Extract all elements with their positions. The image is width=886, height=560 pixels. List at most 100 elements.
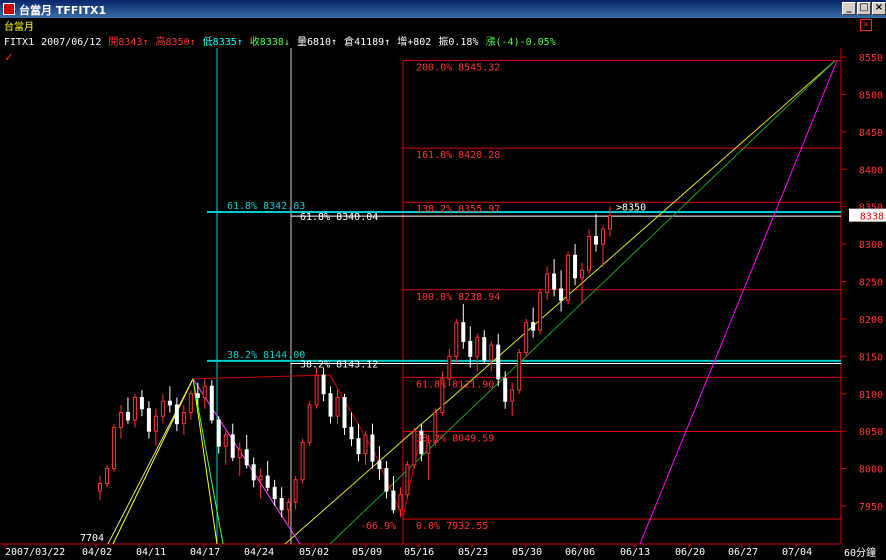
candle-body: [321, 374, 326, 395]
candle-body: [601, 228, 606, 245]
candle-body: [552, 273, 557, 290]
candle-body: [454, 322, 459, 357]
y-tick-label: 8050: [859, 427, 883, 438]
timeframe-label[interactable]: 60分鐘: [844, 546, 876, 559]
candle-body: [111, 426, 116, 470]
x-tick-label: 06/13: [620, 547, 650, 558]
fib-left-label: 38.2% 8144.00: [227, 350, 305, 361]
last-price-label: >8350: [616, 203, 646, 214]
x-tick-label: 06/20: [675, 547, 705, 558]
x-tick-label: 06/27: [728, 547, 758, 558]
fib-right-label: 0.0% 7932.55: [416, 521, 488, 532]
candle-body: [349, 426, 354, 440]
candle-body: [335, 396, 340, 417]
candle-body: [398, 494, 403, 511]
fib-right-label: 161.8% 8428.28: [416, 150, 500, 161]
candle-body: [181, 411, 186, 425]
candle-body: [384, 468, 389, 492]
candle-body: [286, 501, 291, 511]
candle-body: [328, 393, 333, 417]
candle-body: [167, 400, 172, 406]
candle-body: [265, 475, 270, 488]
candle-body: [370, 434, 375, 462]
candle-body: [461, 322, 466, 342]
fib-right-label: 61.8% 8121.90: [416, 379, 494, 390]
candle-body: [300, 441, 305, 481]
candle-body: [251, 464, 256, 481]
candle-body: [293, 479, 298, 503]
x-tick-label: 2007/03/22: [5, 547, 65, 558]
y-tick-label: 8150: [859, 352, 883, 363]
candle-body: [587, 236, 592, 271]
magenta-trendline: [639, 60, 838, 545]
candle-body: [139, 396, 144, 410]
axis-layer: 7950800080508100815082008250830083508400…: [4, 53, 886, 558]
x-tick-label: 04/02: [82, 547, 112, 558]
candle-body: [447, 355, 452, 380]
y-tick-label: 8100: [859, 390, 883, 401]
candle-body: [125, 411, 130, 421]
candle-body: [391, 490, 396, 511]
candle-body: [510, 389, 515, 402]
candle-body: [538, 292, 543, 331]
fib-right-label: 138.2% 8355.97: [416, 204, 500, 215]
candle-body: [104, 468, 109, 485]
candle-body: [524, 322, 529, 354]
y-tick-label: 8400: [859, 165, 883, 176]
candle-body: [517, 352, 522, 391]
fan-line: [112, 378, 194, 545]
candle-body: [496, 344, 501, 380]
candle-body: [503, 378, 508, 402]
candle-body: [237, 449, 242, 458]
fan-line: [107, 378, 194, 545]
candle-body: [482, 337, 487, 361]
fib-mid-label: 61.8% 8340.04: [300, 212, 378, 223]
candle-body: [559, 288, 564, 301]
x-tick-label: 04/11: [136, 547, 166, 558]
candle-body: [608, 215, 612, 230]
candle-body: [377, 460, 382, 470]
candle-body: [230, 434, 235, 458]
x-tick-label: 05/09: [352, 547, 382, 558]
y-tick-label: 8300: [859, 240, 883, 251]
fib-right-label: 100.0% 8238.94: [416, 292, 500, 303]
price-chart[interactable]: 200.0% 8545.32 161.8% 8428.28 138.2% 8355.…: [0, 0, 886, 560]
candle-body: [580, 269, 585, 279]
candle-body: [475, 337, 480, 357]
candle-body: [594, 236, 599, 245]
current-price-label: 8338: [860, 212, 884, 223]
candle-body: [573, 254, 578, 279]
candle-body: [258, 475, 263, 481]
y-tick-label: 8500: [859, 90, 883, 101]
candle-body: [566, 254, 571, 301]
candle-body: [489, 344, 494, 361]
candle-body: [405, 464, 410, 496]
candle-body: [160, 400, 165, 417]
candle-body: [209, 385, 214, 421]
y-tick-label: 8450: [859, 128, 883, 139]
fib-neg-label: -66.9%: [360, 521, 396, 532]
x-tick-label: 07/04: [782, 547, 812, 558]
candle-body: [153, 415, 158, 432]
candle-body: [118, 411, 123, 428]
y-tick-label: 8550: [859, 53, 883, 64]
candle-body: [307, 404, 312, 443]
candle-body: [195, 393, 200, 398]
x-tick-label: 05/23: [458, 547, 488, 558]
x-tick-label: 06/06: [565, 547, 595, 558]
x-tick-label: 04/24: [244, 547, 274, 558]
candle-body: [272, 486, 277, 500]
fib-right-label: 38.2% 8049.59: [416, 433, 494, 444]
candle-body: [342, 396, 347, 428]
fib-right-label: 200.0% 8545.32: [416, 63, 500, 74]
x-tick-label: 05/02: [299, 547, 329, 558]
candle-body: [132, 396, 137, 421]
candle-body: [279, 498, 284, 511]
candle-body: [531, 322, 536, 331]
x-tick-label: 05/16: [404, 547, 434, 558]
candle-body: [468, 340, 473, 357]
candle-body: [363, 434, 368, 455]
x-tick-label: 04/17: [190, 547, 220, 558]
low-price-label: 7704: [80, 533, 104, 544]
candle-body: [98, 483, 102, 492]
